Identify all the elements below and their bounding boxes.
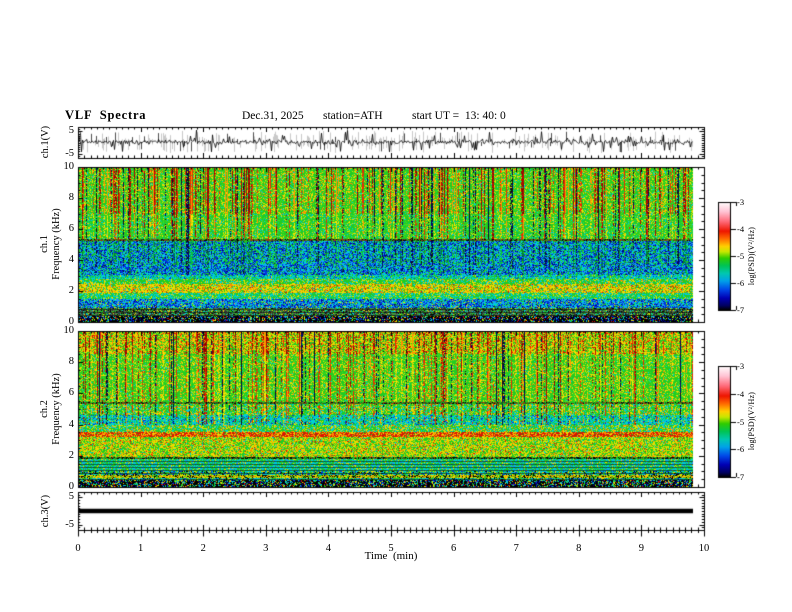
ch3-y-tick-label: 5 <box>68 491 74 503</box>
spec2-y-tick-label: 8 <box>68 355 74 367</box>
x-tick-label: 9 <box>638 542 645 554</box>
ch1-y-tick-label: -5 <box>65 147 74 159</box>
header-date: Dec.31, 2025 <box>242 110 304 122</box>
spec1-y-tick-label: 10 <box>63 160 75 172</box>
spec1-y-tick-label: 6 <box>68 222 74 234</box>
ch3-wave-ylabel: ch.3(V) <box>39 494 51 528</box>
colorbar1-tick-label: -7 <box>737 304 745 315</box>
x-tick-label: 2 <box>200 542 206 554</box>
x-tick-label: 4 <box>325 542 332 554</box>
header-start-ut: start UT = 13: 40: 0 <box>412 110 506 122</box>
header-station: station=ATH <box>323 110 383 122</box>
figure-title: VLF Spectra <box>65 108 147 122</box>
x-tick-label: 7 <box>513 542 519 554</box>
x-tick-label: 0 <box>75 542 81 554</box>
colorbar2-tick-label: -4 <box>737 388 745 399</box>
ch3-y-tick-label: -5 <box>65 518 74 530</box>
ch1-y-tick-label: 5 <box>68 125 74 137</box>
spec1-y-tick-label: 4 <box>68 253 74 265</box>
colorbar1-tick-label: -6 <box>737 277 745 288</box>
spec1-frequency-label: Frequency (kHz) <box>51 208 62 280</box>
spec2-y-tick-label: 10 <box>63 324 75 336</box>
spec1-y-tick-label: 2 <box>68 284 74 296</box>
x-tick-label: 6 <box>450 542 457 554</box>
spec2-y-tick-label: 6 <box>68 387 74 399</box>
colorbar2-tick-label: -7 <box>737 471 745 482</box>
spec2-frequency-label: Frequency (kHz) <box>51 373 62 445</box>
colorbar2-tick-label: -6 <box>737 444 745 454</box>
spec2-y-tick-label: 2 <box>68 449 74 461</box>
ch1-wave-ylabel: ch.1(V) <box>39 125 51 159</box>
colorbar2-tick-label: -5 <box>737 416 745 427</box>
spec1-ylabel: ch.1 Frequency (kHz) <box>39 208 63 279</box>
plot-canvas <box>0 0 792 612</box>
vlf-spectra-figure: VLF Spectra Dec.31, 2025 station=ATH sta… <box>0 0 792 612</box>
colorbar1-label: log(PSD)(V²/Hz) <box>747 226 756 286</box>
spec2-channel-label: ch.2 <box>39 400 50 418</box>
x-tick-label: 8 <box>576 542 582 554</box>
x-tick-label: 5 <box>388 542 394 554</box>
spec2-y-tick-label: 4 <box>68 418 74 430</box>
colorbar1-tick-label: -5 <box>737 250 745 261</box>
colorbar1-tick-label: -3 <box>737 196 745 207</box>
x-tick-label: 10 <box>698 542 710 554</box>
spec2-ylabel: ch.2 Frequency (kHz) <box>39 373 63 444</box>
spec1-y-tick-label: 8 <box>68 191 74 203</box>
colorbar2-tick-label: -3 <box>737 360 745 371</box>
x-tick-label: 3 <box>263 542 269 554</box>
colorbar2-label: log(PSD)(V²/Hz) <box>747 391 756 451</box>
x-tick-label: 1 <box>137 542 144 554</box>
spec1-channel-label: ch.1 <box>39 235 50 253</box>
colorbar1-tick-label: -4 <box>737 223 745 234</box>
